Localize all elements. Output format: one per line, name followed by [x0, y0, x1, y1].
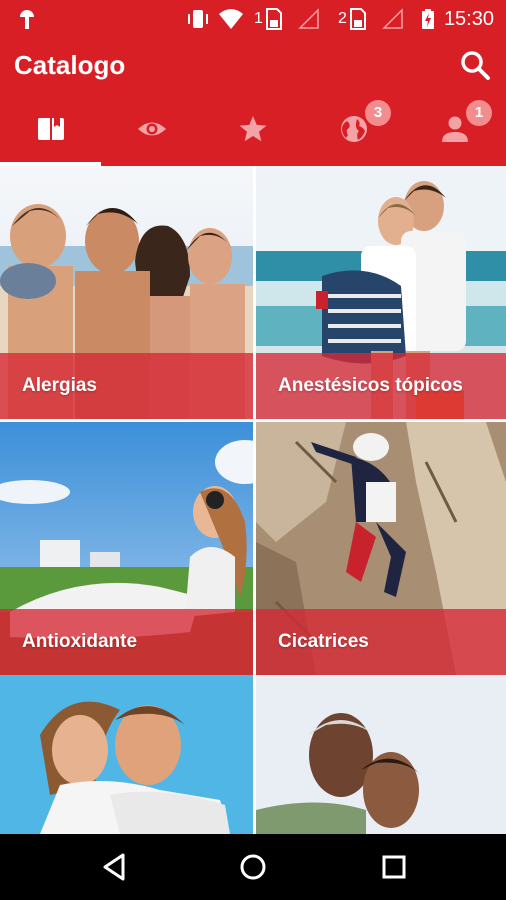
book-icon [38, 118, 64, 140]
system-nav-bar [0, 834, 506, 900]
status-bar: 1 2 15:30 [0, 0, 506, 38]
catalog-tile[interactable]: Anestésicos tópicos [256, 166, 506, 419]
eye-icon [138, 122, 166, 136]
older-couple-photo [256, 675, 506, 834]
sim-2-icon [350, 8, 366, 30]
page-title: Catalogo [14, 50, 126, 80]
signal-icon [298, 8, 319, 29]
catalog-grid: Alergias Anestésicos tópicos Antioxidant… [0, 166, 506, 834]
battery-charging-icon [422, 9, 434, 29]
search-icon[interactable] [458, 48, 492, 82]
catalog-tile[interactable] [256, 675, 506, 834]
notification-badge: 3 [365, 100, 391, 126]
category-label: Antioxidante [22, 631, 138, 652]
tab-bar: 3 1 [0, 94, 506, 166]
globe-icon [341, 116, 367, 142]
person-icon [442, 116, 468, 142]
sim-2-number: 2 [338, 10, 347, 27]
wifi-icon [219, 9, 243, 29]
tab-favorites[interactable] [202, 94, 303, 166]
happy-couple-photo [0, 675, 253, 834]
sim-1-number: 1 [254, 10, 263, 27]
catalog-tile[interactable]: Alergias [0, 166, 253, 419]
back-icon[interactable] [98, 850, 132, 884]
tab-world[interactable]: 3 [303, 94, 404, 166]
catalog-tile[interactable]: Cicatrices [256, 422, 506, 675]
vibrate-icon [188, 10, 208, 28]
category-label: Alergias [22, 375, 97, 396]
home-icon[interactable] [236, 850, 270, 884]
catalog-tile[interactable]: Antioxidante [0, 422, 253, 675]
notification-badge: 1 [466, 100, 492, 126]
status-time: 15:30 [443, 8, 494, 30]
category-label: Cicatrices [278, 631, 369, 652]
tab-viewed[interactable] [101, 94, 202, 166]
signal-icon [382, 8, 403, 29]
android-debug-icon [20, 10, 34, 29]
app-bar: Catalogo [0, 38, 506, 94]
tab-profile[interactable]: 1 [404, 94, 505, 166]
catalog-tile[interactable] [0, 675, 253, 834]
star-icon [239, 116, 267, 142]
sim-1-icon [266, 8, 282, 30]
recents-icon[interactable] [377, 850, 411, 884]
tab-catalog[interactable] [0, 94, 101, 166]
category-label: Anestésicos tópicos [278, 375, 463, 396]
